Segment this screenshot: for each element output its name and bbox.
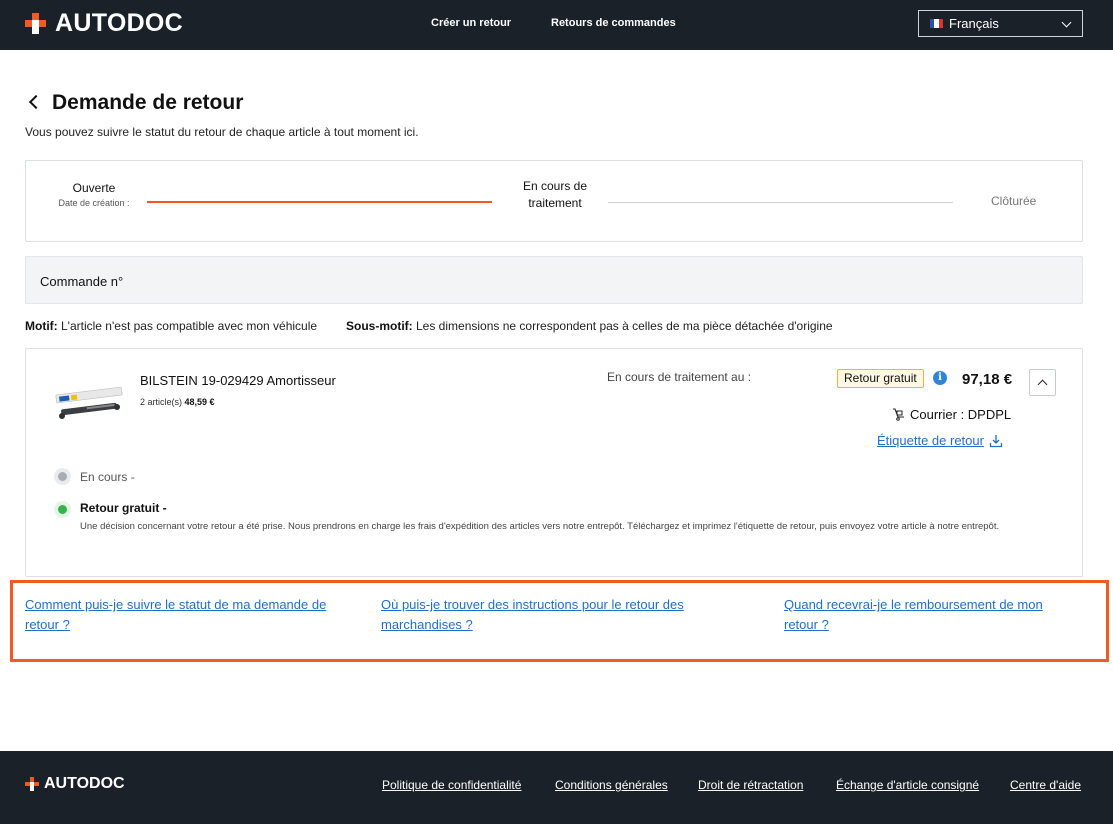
return-label-text: Étiquette de retour	[877, 433, 984, 448]
collapse-toggle-button[interactable]	[1029, 369, 1056, 396]
footer-logo[interactable]: AUTODOC	[25, 776, 125, 792]
courier-info: Courrier : DPDPL	[892, 407, 1011, 422]
footer-link-withdrawal[interactable]: Droit de rétractation	[698, 778, 803, 792]
faq-link-3-line1: Quand recevrai-je le remboursement de mo…	[784, 597, 1043, 612]
unit-price: 48,59 €	[184, 397, 215, 407]
processing-status-label: En cours de traitement au :	[607, 370, 752, 384]
faq-link-3-line2: retour ?	[784, 617, 829, 632]
page-title: Demande de retour	[52, 91, 244, 114]
courier-text: Courrier : DPDPL	[910, 407, 1012, 422]
top-navigation-bar: AUTODOC Créer un retour Retours de comma…	[0, 0, 1113, 50]
step-closed-label: Clôturée	[991, 194, 1037, 208]
faq-link-1-line2: retour ?	[25, 617, 70, 632]
footer-link-help-center[interactable]: Centre d'aide	[1010, 778, 1081, 792]
france-flag-icon	[930, 19, 943, 28]
footer-logo-text: AUTODOC	[44, 775, 125, 792]
nav-create-return[interactable]: Créer un retour	[431, 17, 511, 29]
back-arrow-icon[interactable]	[28, 94, 44, 110]
status-pending-dot	[54, 468, 71, 485]
product-quantity: 2 article(s) 48,59 €	[140, 397, 215, 407]
reason-label: Motif:	[25, 319, 58, 333]
step-open: Ouverte Date de création :	[52, 181, 136, 208]
footer-link-core-exchange[interactable]: Échange d'article consigné	[836, 778, 979, 792]
download-icon	[989, 434, 1003, 447]
logo-text: AUTODOC	[55, 9, 184, 37]
chevron-up-icon	[1037, 379, 1048, 390]
reason-value: L'article n'est pas compatible avec mon …	[61, 319, 318, 333]
info-icon[interactable]: i	[933, 371, 947, 385]
footer-link-privacy[interactable]: Politique de confidentialité	[382, 778, 521, 792]
return-item-card: BILSTEIN 19-029429 Amortisseur 2 article…	[25, 348, 1083, 577]
step-in-progress-label: En cours de traitement	[522, 179, 588, 210]
creation-date-label: Date de création :	[58, 198, 130, 208]
hand-truck-icon	[893, 408, 904, 421]
language-label: Français	[949, 16, 999, 31]
free-return-badge: Retour gratuit	[837, 369, 924, 388]
footer-link-terms[interactable]: Conditions générales	[555, 778, 668, 792]
sub-reason-value: Les dimensions ne correspondent pas à ce…	[416, 319, 833, 333]
step-open-label: Ouverte	[72, 181, 116, 195]
faq-links-section: Comment puis-je suivre le statut de ma d…	[10, 580, 1109, 662]
faq-link-refund-timing[interactable]: Quand recevrai-je le remboursement de mo…	[784, 595, 1043, 635]
product-name: BILSTEIN 19-029429 Amortisseur	[140, 373, 336, 388]
quantity-text: 2 article(s)	[140, 397, 183, 407]
footer-logo-plus-icon	[25, 777, 39, 791]
faq-link-2-line1: Où puis-je trouver des instructions pour…	[381, 597, 684, 612]
language-select[interactable]: Français	[918, 10, 1083, 37]
return-reason: Motif: L'article n'est pas compatible av…	[25, 319, 317, 333]
order-number-label: Commande n°	[40, 274, 124, 289]
logo-plus-icon	[25, 12, 46, 34]
nav-order-returns[interactable]: Retours de commandes	[551, 17, 676, 29]
total-price: 97,18 €	[962, 371, 1013, 388]
status-free-return: Retour gratuit -	[80, 501, 167, 515]
progress-line-pending	[608, 202, 953, 203]
status-in-progress: En cours -	[80, 470, 135, 484]
footer: AUTODOC Politique de confidentialité Con…	[0, 751, 1113, 824]
return-sub-reason: Sous-motif: Les dimensions ne correspond…	[346, 319, 833, 333]
status-free-return-description: Une décision concernant votre retour a é…	[80, 521, 1000, 532]
chevron-down-icon	[1061, 17, 1072, 28]
status-done-dot	[54, 501, 71, 518]
progress-line-completed	[147, 201, 492, 203]
return-label-download-link[interactable]: Étiquette de retour	[877, 433, 1003, 448]
page-subtitle: Vous pouvez suivre le statut du retour d…	[25, 125, 419, 139]
order-number-bar: Commande n°	[25, 256, 1083, 304]
faq-link-return-instructions[interactable]: Où puis-je trouver des instructions pour…	[381, 595, 684, 635]
shock-absorber-image	[55, 386, 123, 419]
return-progress-tracker: Ouverte Date de création : En cours de t…	[25, 160, 1083, 242]
autodoc-logo[interactable]: AUTODOC	[25, 9, 184, 37]
sub-reason-label: Sous-motif:	[346, 319, 413, 333]
faq-link-1-line1: Comment puis-je suivre le statut de ma d…	[25, 597, 327, 612]
faq-link-track-status[interactable]: Comment puis-je suivre le statut de ma d…	[25, 595, 326, 635]
faq-link-2-line2: marchandises ?	[381, 617, 473, 632]
